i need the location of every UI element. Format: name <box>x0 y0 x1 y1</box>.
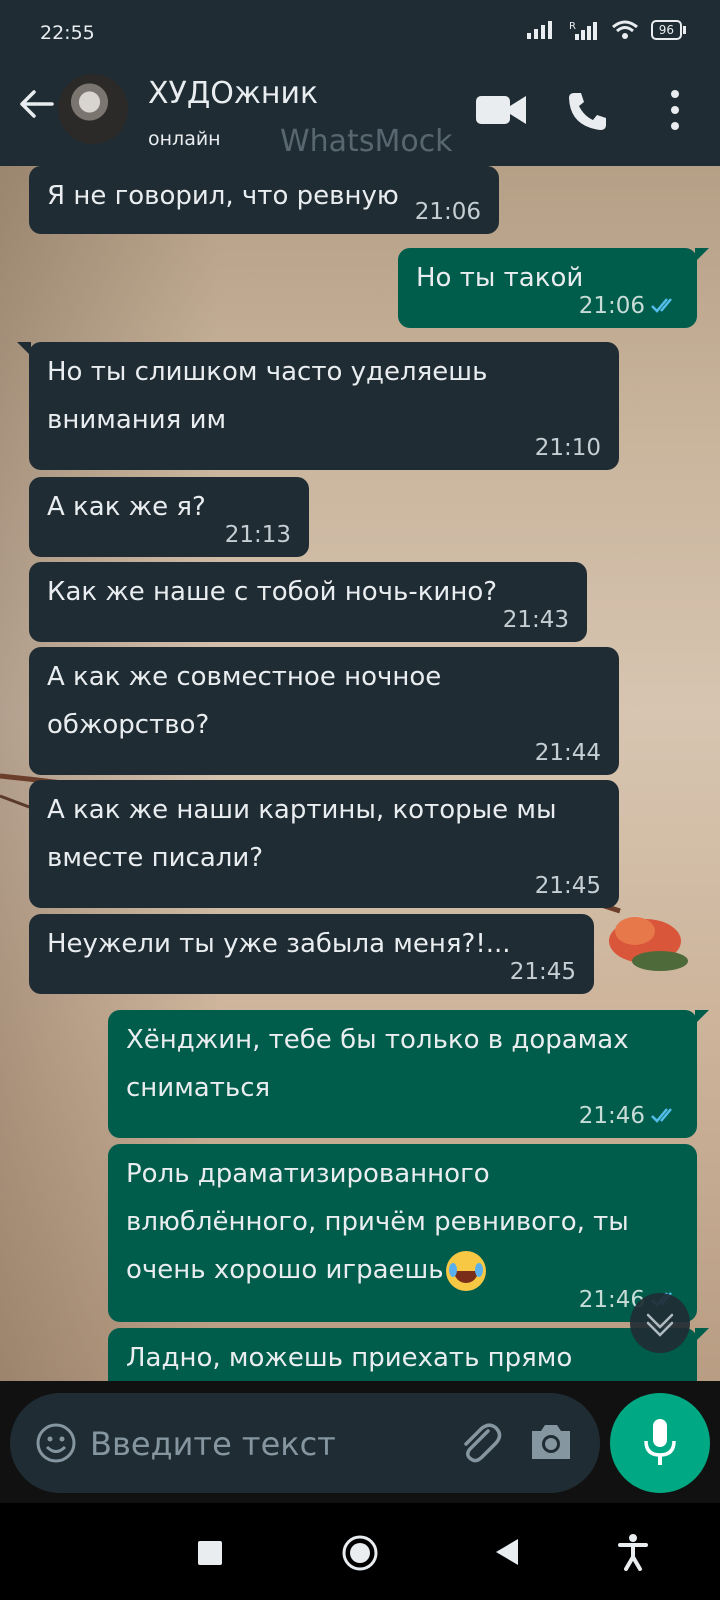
bubble-tail <box>17 342 31 356</box>
message-text: Роль драматизированного влюблённого, при… <box>126 1159 629 1285</box>
system-nav-bar <box>0 1503 720 1600</box>
laughing-emoji-icon <box>445 1250 486 1291</box>
battery-icon: 96 <box>650 20 687 40</box>
message-incoming[interactable]: А как же наши картины, которые мы вместе… <box>29 780 619 908</box>
svg-text:R: R <box>569 21 576 32</box>
contact-name[interactable]: ХУДОжник <box>148 76 318 111</box>
back-arrow-icon[interactable] <box>16 84 56 124</box>
message-input[interactable] <box>88 1417 422 1471</box>
message-incoming[interactable]: Как же наше с тобой ночь-кино? 21:43 <box>29 562 587 642</box>
message-text: Неужели ты уже забыла меня?!... <box>47 929 511 959</box>
message-text: Хёнджин, тебе бы только в дорамах снимат… <box>126 1025 629 1103</box>
nav-back-button[interactable] <box>494 1537 520 1567</box>
message-time: 21:10 <box>534 435 601 461</box>
bubble-tail <box>695 248 709 262</box>
message-incoming[interactable]: Но ты слишком часто уделяешь внимания им… <box>17 342 619 470</box>
message-outgoing[interactable]: Хёнджин, тебе бы только в дорамах снимат… <box>108 1010 709 1138</box>
message-time: 21:13 <box>224 522 291 548</box>
status-time: 22:55 <box>40 22 95 44</box>
read-receipt-icon <box>651 1108 672 1123</box>
message-text: А как же совместное ночное обжорство? <box>47 662 442 740</box>
message-text: А как же я? <box>47 492 206 522</box>
phone-icon[interactable] <box>566 90 608 132</box>
message-incoming[interactable]: Неужели ты уже забыла меня?!... 21:45 <box>29 914 594 994</box>
more-vert-icon[interactable] <box>666 88 684 132</box>
message-text: Я не говорил, что ревную <box>47 181 399 211</box>
status-icons: R 96 <box>526 20 687 40</box>
bubble-tail <box>695 1010 709 1024</box>
paperclip-icon[interactable] <box>454 1417 506 1469</box>
camera-icon[interactable] <box>528 1421 574 1463</box>
message-outgoing[interactable]: Но ты такой 21:06 <box>398 248 709 328</box>
chat-header: ХУДОжник онлайн WhatsMock <box>0 54 720 166</box>
video-call-icon[interactable] <box>476 94 526 126</box>
message-text: Ладно, можешь приехать прямо сейчас? <box>126 1343 573 1373</box>
scroll-down-button[interactable] <box>630 1293 690 1353</box>
message-time: 21:45 <box>534 873 601 899</box>
message-text: Но ты такой <box>416 263 584 293</box>
watermark: WhatsMock <box>280 124 453 159</box>
voice-message-button[interactable] <box>610 1393 710 1493</box>
home-button[interactable] <box>340 1533 380 1573</box>
mic-icon <box>644 1419 676 1465</box>
message-incoming[interactable]: А как же я? 21:13 <box>29 477 309 557</box>
message-time: 21:43 <box>502 607 569 633</box>
message-time: 21:44 <box>534 740 601 766</box>
wallpaper-flower <box>609 917 688 971</box>
emoji-icon[interactable] <box>36 1423 76 1463</box>
recents-button[interactable] <box>198 1541 222 1565</box>
avatar[interactable] <box>58 74 128 144</box>
contact-status: онлайн <box>148 128 221 150</box>
read-receipt-icon <box>651 298 672 313</box>
signal-roaming-icon: R <box>569 21 597 40</box>
message-time: 21:46 <box>578 1103 645 1129</box>
message-composer <box>10 1393 600 1493</box>
signal-icon <box>526 21 552 39</box>
message-outgoing[interactable]: Роль драматизированного влюблённого, при… <box>108 1144 697 1322</box>
bubble-tail <box>695 1328 709 1342</box>
message-outgoing[interactable]: Ладно, можешь приехать прямо сейчас? <box>108 1328 709 1381</box>
message-time: 21:45 <box>509 959 576 985</box>
message-text: Как же наше с тобой ночь-кино? <box>47 577 498 607</box>
message-text: Но ты слишком часто уделяешь внимания им <box>47 357 488 435</box>
message-text: А как же наши картины, которые мы вместе… <box>47 795 557 873</box>
accessibility-icon[interactable] <box>618 1533 648 1571</box>
chat-area[interactable]: Я не говорил, что ревную 21:06 Но ты так… <box>0 166 720 1381</box>
message-incoming[interactable]: А как же совместное ночное обжорство? 21… <box>29 647 619 775</box>
status-bar: 22:55 R 96 <box>0 0 720 54</box>
wifi-icon <box>611 20 638 39</box>
chevron-down-icon <box>646 1313 674 1337</box>
message-incoming[interactable]: Я не говорил, что ревную 21:06 <box>29 166 499 234</box>
message-time: 21:06 <box>578 293 645 319</box>
message-time: 21:06 <box>414 199 481 225</box>
